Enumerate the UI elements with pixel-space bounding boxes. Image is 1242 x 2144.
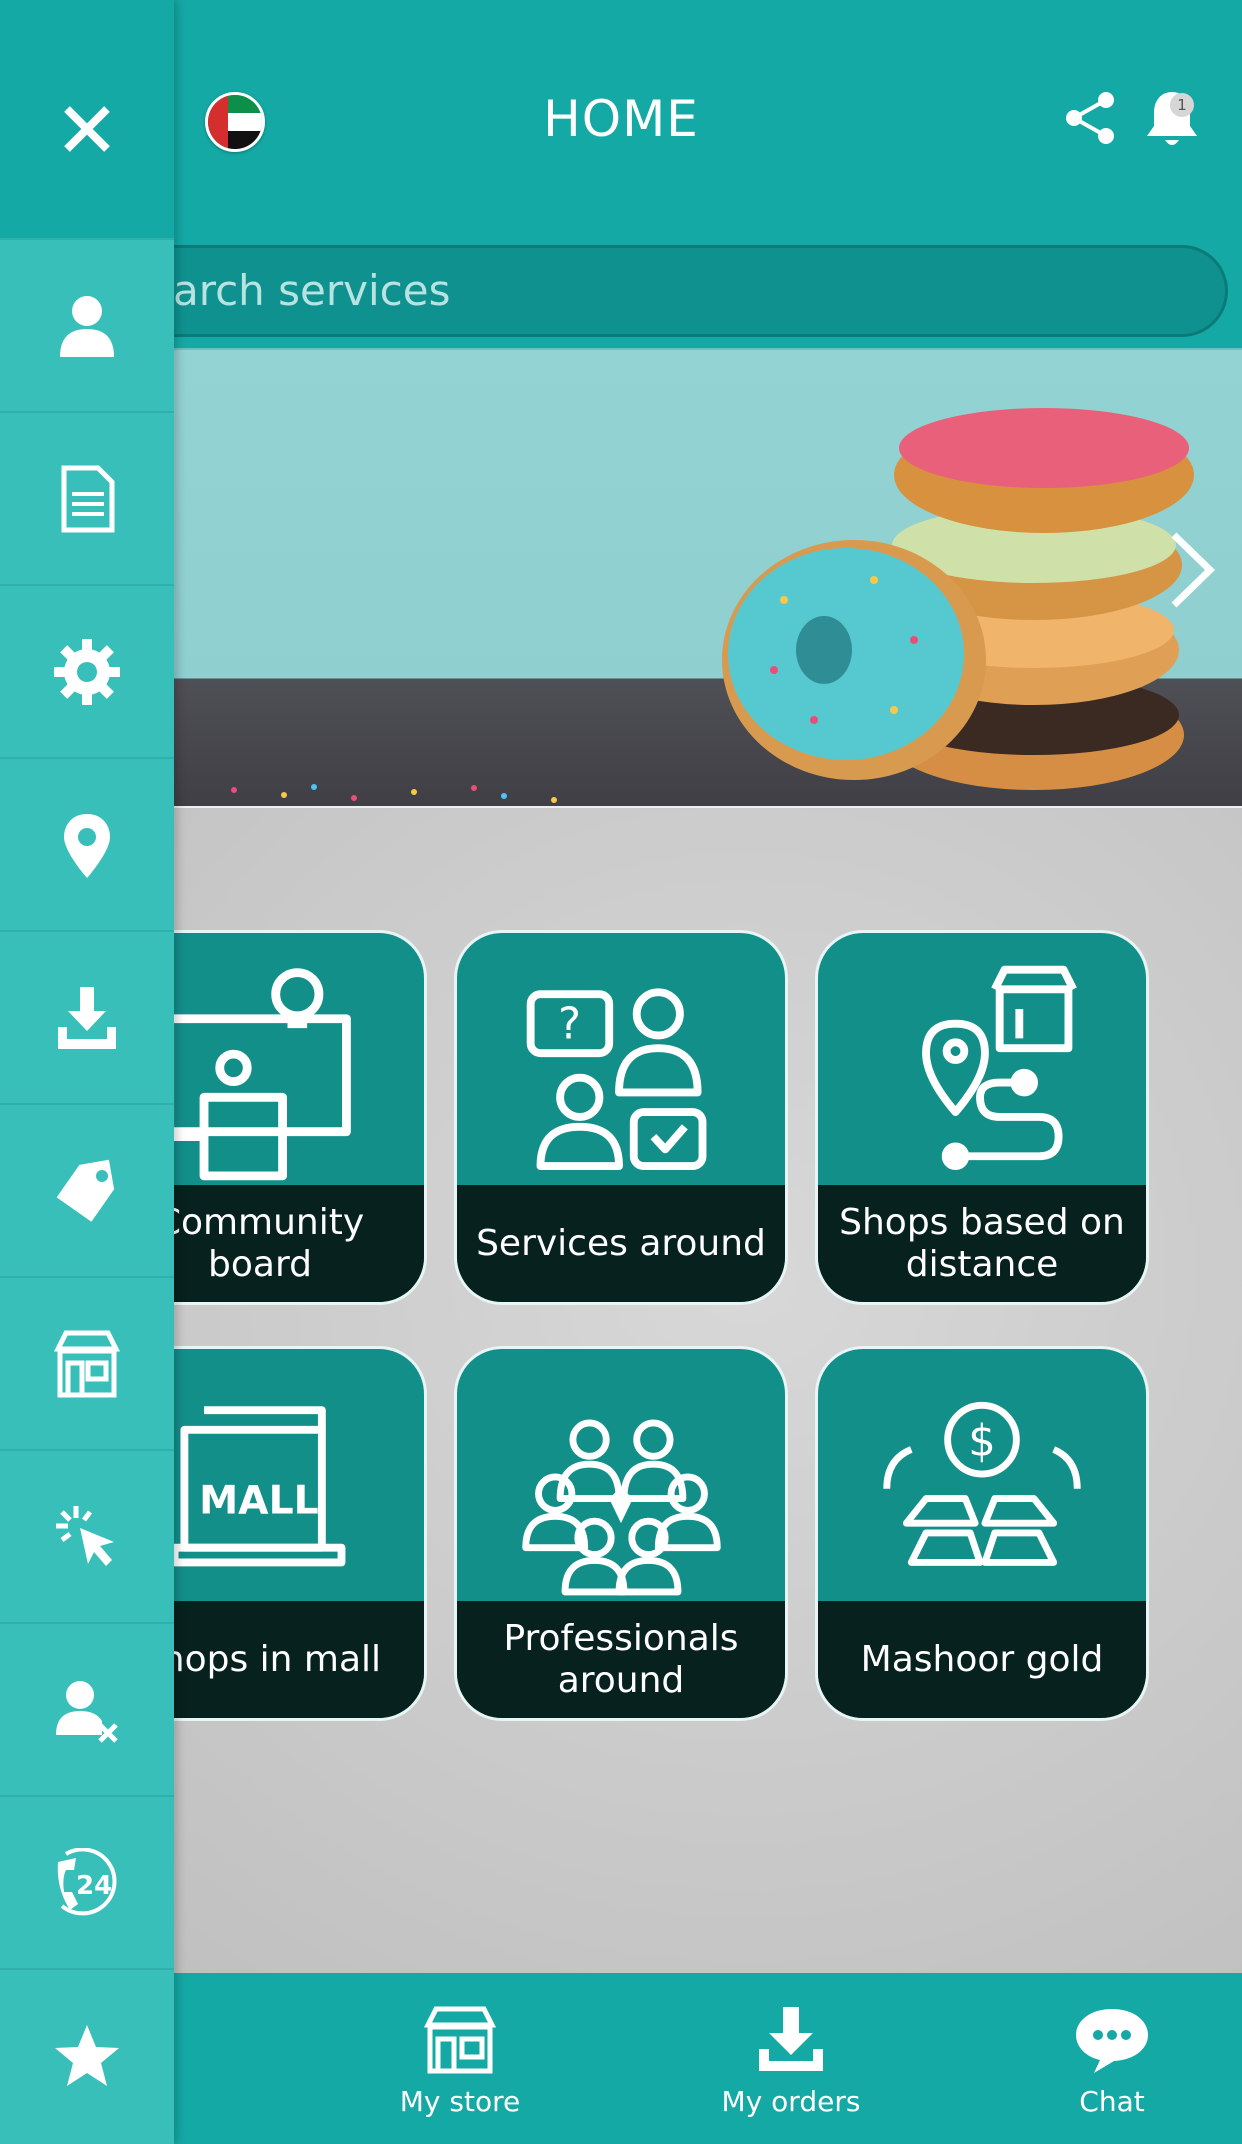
tile-shops-distance[interactable]: Shops based on distance xyxy=(815,930,1149,1305)
services-around-icon: ? xyxy=(526,988,707,1170)
shops-distance-icon xyxy=(922,965,1077,1170)
star-icon xyxy=(55,2024,119,2086)
nav-my-orders[interactable]: My orders xyxy=(701,2005,881,2118)
download-icon xyxy=(58,986,116,1049)
document-icon xyxy=(61,465,115,532)
gold-icon: $ xyxy=(883,1401,1081,1566)
sidebar-item-downloads[interactable] xyxy=(0,930,174,1103)
sidebar-item-remove-user[interactable] xyxy=(0,1622,174,1795)
sidebar-item-stores[interactable] xyxy=(0,1276,174,1449)
svg-text:$: $ xyxy=(968,1416,995,1466)
support-24-icon: 24 xyxy=(57,1847,117,1915)
tile-professionals-around[interactable]: Professionals around xyxy=(454,1346,788,1721)
notification-badge: 1 xyxy=(1170,93,1194,117)
search-input[interactable]: arch services xyxy=(100,245,1228,337)
svg-text:24: 24 xyxy=(76,1871,112,1901)
app-header: HOME 1 xyxy=(0,0,1242,238)
click-icon xyxy=(56,1505,114,1566)
close-icon[interactable] xyxy=(62,104,112,154)
tag-icon xyxy=(56,1159,115,1222)
drawer-header xyxy=(0,0,174,238)
tile-label: Professionals around xyxy=(457,1601,785,1718)
svg-text:MALL: MALL xyxy=(199,1478,319,1523)
user-icon xyxy=(60,295,114,357)
nav-label: Chat xyxy=(1079,2085,1145,2118)
sidebar-item-settings[interactable] xyxy=(0,584,174,757)
sidebar-item-click[interactable] xyxy=(0,1449,174,1622)
page-title: HOME xyxy=(543,90,699,148)
nav-label: My store xyxy=(399,2085,521,2118)
professionals-icon xyxy=(522,1419,721,1596)
store-icon xyxy=(53,1330,121,1397)
donuts-image xyxy=(231,408,1194,803)
side-drawer: 24 xyxy=(0,0,174,2144)
store-icon xyxy=(423,2006,497,2074)
promo-banner[interactable] xyxy=(174,348,1242,808)
remove-user-icon xyxy=(56,1680,118,1743)
chat-icon xyxy=(1076,2009,1148,2073)
sidebar-item-location[interactable] xyxy=(0,757,174,930)
tile-mashoor-gold[interactable]: $ Mashoor gold xyxy=(815,1346,1149,1721)
tile-label: Shops based on distance xyxy=(818,1185,1146,1302)
tile-label: Mashoor gold xyxy=(818,1601,1146,1718)
svg-text:?: ? xyxy=(558,999,581,1049)
sidebar-item-profile[interactable] xyxy=(0,238,174,411)
tile-label: Services around xyxy=(457,1185,785,1302)
nav-label: My orders xyxy=(721,2085,861,2118)
nav-chat[interactable]: Chat xyxy=(1022,2005,1202,2118)
tile-services-around[interactable]: ? Services around xyxy=(454,930,788,1305)
sidebar-item-documents[interactable] xyxy=(0,411,174,584)
location-pin-icon xyxy=(64,813,110,878)
sidebar-item-support[interactable]: 24 xyxy=(0,1795,174,1968)
sidebar-item-favorites[interactable] xyxy=(0,1968,174,2141)
sidebar-item-offers[interactable] xyxy=(0,1103,174,1276)
chevron-right-icon[interactable] xyxy=(1162,525,1222,615)
download-icon xyxy=(759,2007,823,2071)
share-icon[interactable] xyxy=(1062,90,1118,146)
nav-my-store[interactable]: My store xyxy=(370,2005,550,2118)
bell-icon[interactable] xyxy=(1142,86,1202,150)
gear-icon xyxy=(54,638,120,705)
